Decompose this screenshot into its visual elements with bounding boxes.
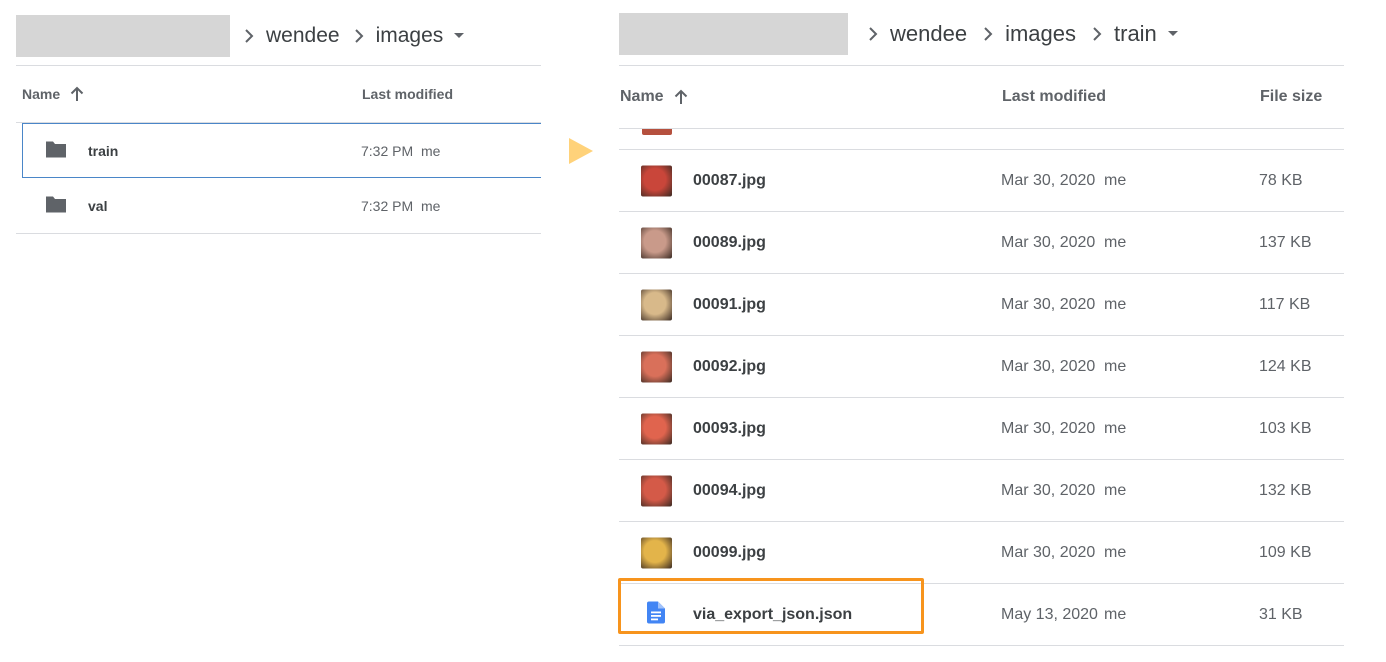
file-size: 103 KB (1259, 419, 1312, 437)
file-name: 00093.jpg (693, 419, 766, 437)
folder-row-train[interactable]: train 7:32 PM me (22, 123, 541, 178)
last-modified-date: 7:32 PM (361, 142, 414, 159)
last-modified-date: Mar 30, 2020 (1001, 419, 1096, 437)
file-size-column-header[interactable]: File size (1260, 88, 1322, 106)
right-file-browser: wendee images train Name Last modified F… (618, 0, 1344, 646)
breadcrumb-item-train[interactable]: train (1114, 21, 1157, 47)
last-modified-date: Mar 30, 2020 (1001, 171, 1096, 189)
file-row[interactable]: 00094.jpg Mar 30, 2020 me 132 KB (619, 460, 1344, 522)
name-column-header[interactable]: Name (620, 88, 688, 106)
file-row[interactable]: 00089.jpg Mar 30, 2020 me 137 KB (619, 212, 1344, 274)
file-name: 00099.jpg (693, 543, 766, 561)
modified-by: me (1104, 233, 1127, 251)
name-column-header[interactable]: Name (22, 86, 84, 102)
name-column-label: Name (22, 86, 61, 102)
last-modified-date: May 13, 2020 (1001, 605, 1098, 623)
folder-icon (44, 194, 68, 217)
modified-by: me (1104, 295, 1127, 313)
file-size: 137 KB (1259, 233, 1312, 251)
partially-visible-row[interactable] (619, 129, 1344, 150)
dropdown-arrow-icon[interactable] (453, 32, 465, 40)
image-thumbnail-icon (641, 289, 672, 320)
file-name: via_export_json.json (693, 605, 853, 623)
file-row-json[interactable]: via_export_json.json May 13, 2020 me 31 … (618, 578, 1344, 646)
modified-by: me (1104, 357, 1127, 375)
last-modified-date: Mar 30, 2020 (1001, 233, 1096, 251)
image-thumbnail (642, 129, 672, 135)
modified-by: me (1104, 419, 1127, 437)
breadcrumb-item-images[interactable]: images (1005, 21, 1076, 47)
image-thumbnail-icon (641, 351, 672, 382)
image-thumbnail-icon (641, 227, 672, 258)
file-size: 117 KB (1259, 295, 1311, 313)
last-modified-date: Mar 30, 2020 (1001, 357, 1096, 375)
redacted-breadcrumb-root[interactable] (16, 14, 230, 57)
last-modified-column-header[interactable]: Last modified (1002, 88, 1106, 106)
image-thumbnail-icon (641, 413, 672, 444)
file-row[interactable]: 00092.jpg Mar 30, 2020 me 124 KB (619, 336, 1344, 398)
file-row[interactable]: 00091.jpg Mar 30, 2020 me 117 KB (619, 274, 1344, 336)
modified-by: me (1104, 605, 1127, 623)
chevron-right-icon (868, 26, 878, 42)
modified-by: me (1104, 481, 1127, 499)
file-name: 00092.jpg (693, 357, 766, 375)
chevron-right-icon (983, 26, 993, 42)
last-modified-date: Mar 30, 2020 (1001, 295, 1096, 313)
file-row[interactable]: 00099.jpg Mar 30, 2020 me 109 KB (619, 522, 1344, 584)
folder-icon (44, 139, 68, 162)
modified-by: me (421, 142, 441, 159)
folder-row-val[interactable]: val 7:32 PM me (16, 178, 541, 234)
file-name: 00094.jpg (693, 481, 766, 499)
chevron-right-icon (1092, 26, 1102, 42)
last-modified-column-header[interactable]: Last modified (362, 86, 453, 102)
file-size: 132 KB (1259, 481, 1312, 499)
name-column-label: Name (620, 88, 664, 105)
left-file-browser: wendee images Name Last modified train 7… (16, 0, 541, 234)
file-size: 124 KB (1259, 357, 1312, 375)
breadcrumb: wendee images train (619, 0, 1344, 66)
breadcrumb-item-wendee[interactable]: wendee (266, 24, 340, 48)
last-modified-date: 7:32 PM (361, 197, 414, 214)
file-name: 00091.jpg (693, 295, 766, 313)
file-size: 109 KB (1259, 543, 1312, 561)
chevron-right-icon (354, 28, 364, 44)
modified-by: me (1104, 171, 1127, 189)
breadcrumb: wendee images (16, 0, 541, 66)
navigation-arrow-icon (569, 138, 593, 164)
redacted-breadcrumb-root[interactable] (619, 12, 848, 55)
modified-by: me (1104, 543, 1127, 561)
modified-by: me (421, 197, 441, 214)
file-name: 00089.jpg (693, 233, 766, 251)
file-size: 31 KB (1259, 605, 1303, 623)
column-header-row: Name Last modified (16, 66, 541, 123)
file-size: 78 KB (1259, 171, 1303, 189)
file-name: 00087.jpg (693, 171, 766, 189)
dropdown-arrow-icon[interactable] (1167, 30, 1179, 38)
breadcrumb-item-images[interactable]: images (376, 24, 444, 48)
file-row[interactable]: 00093.jpg Mar 30, 2020 me 103 KB (619, 398, 1344, 460)
file-row[interactable]: 00087.jpg Mar 30, 2020 me 78 KB (619, 150, 1344, 212)
folder-name: val (88, 197, 108, 214)
chevron-right-icon (244, 28, 254, 44)
sort-ascending-icon (70, 86, 84, 101)
folder-name: train (88, 142, 119, 159)
image-thumbnail-icon (641, 165, 672, 196)
image-thumbnail-icon (641, 475, 672, 506)
image-thumbnail-icon (641, 537, 672, 568)
google-doc-icon (647, 601, 665, 628)
last-modified-date: Mar 30, 2020 (1001, 481, 1096, 499)
breadcrumb-item-wendee[interactable]: wendee (890, 21, 967, 47)
last-modified-date: Mar 30, 2020 (1001, 543, 1096, 561)
sort-ascending-icon (674, 89, 687, 104)
column-header-row: Name Last modified File size (619, 66, 1344, 129)
